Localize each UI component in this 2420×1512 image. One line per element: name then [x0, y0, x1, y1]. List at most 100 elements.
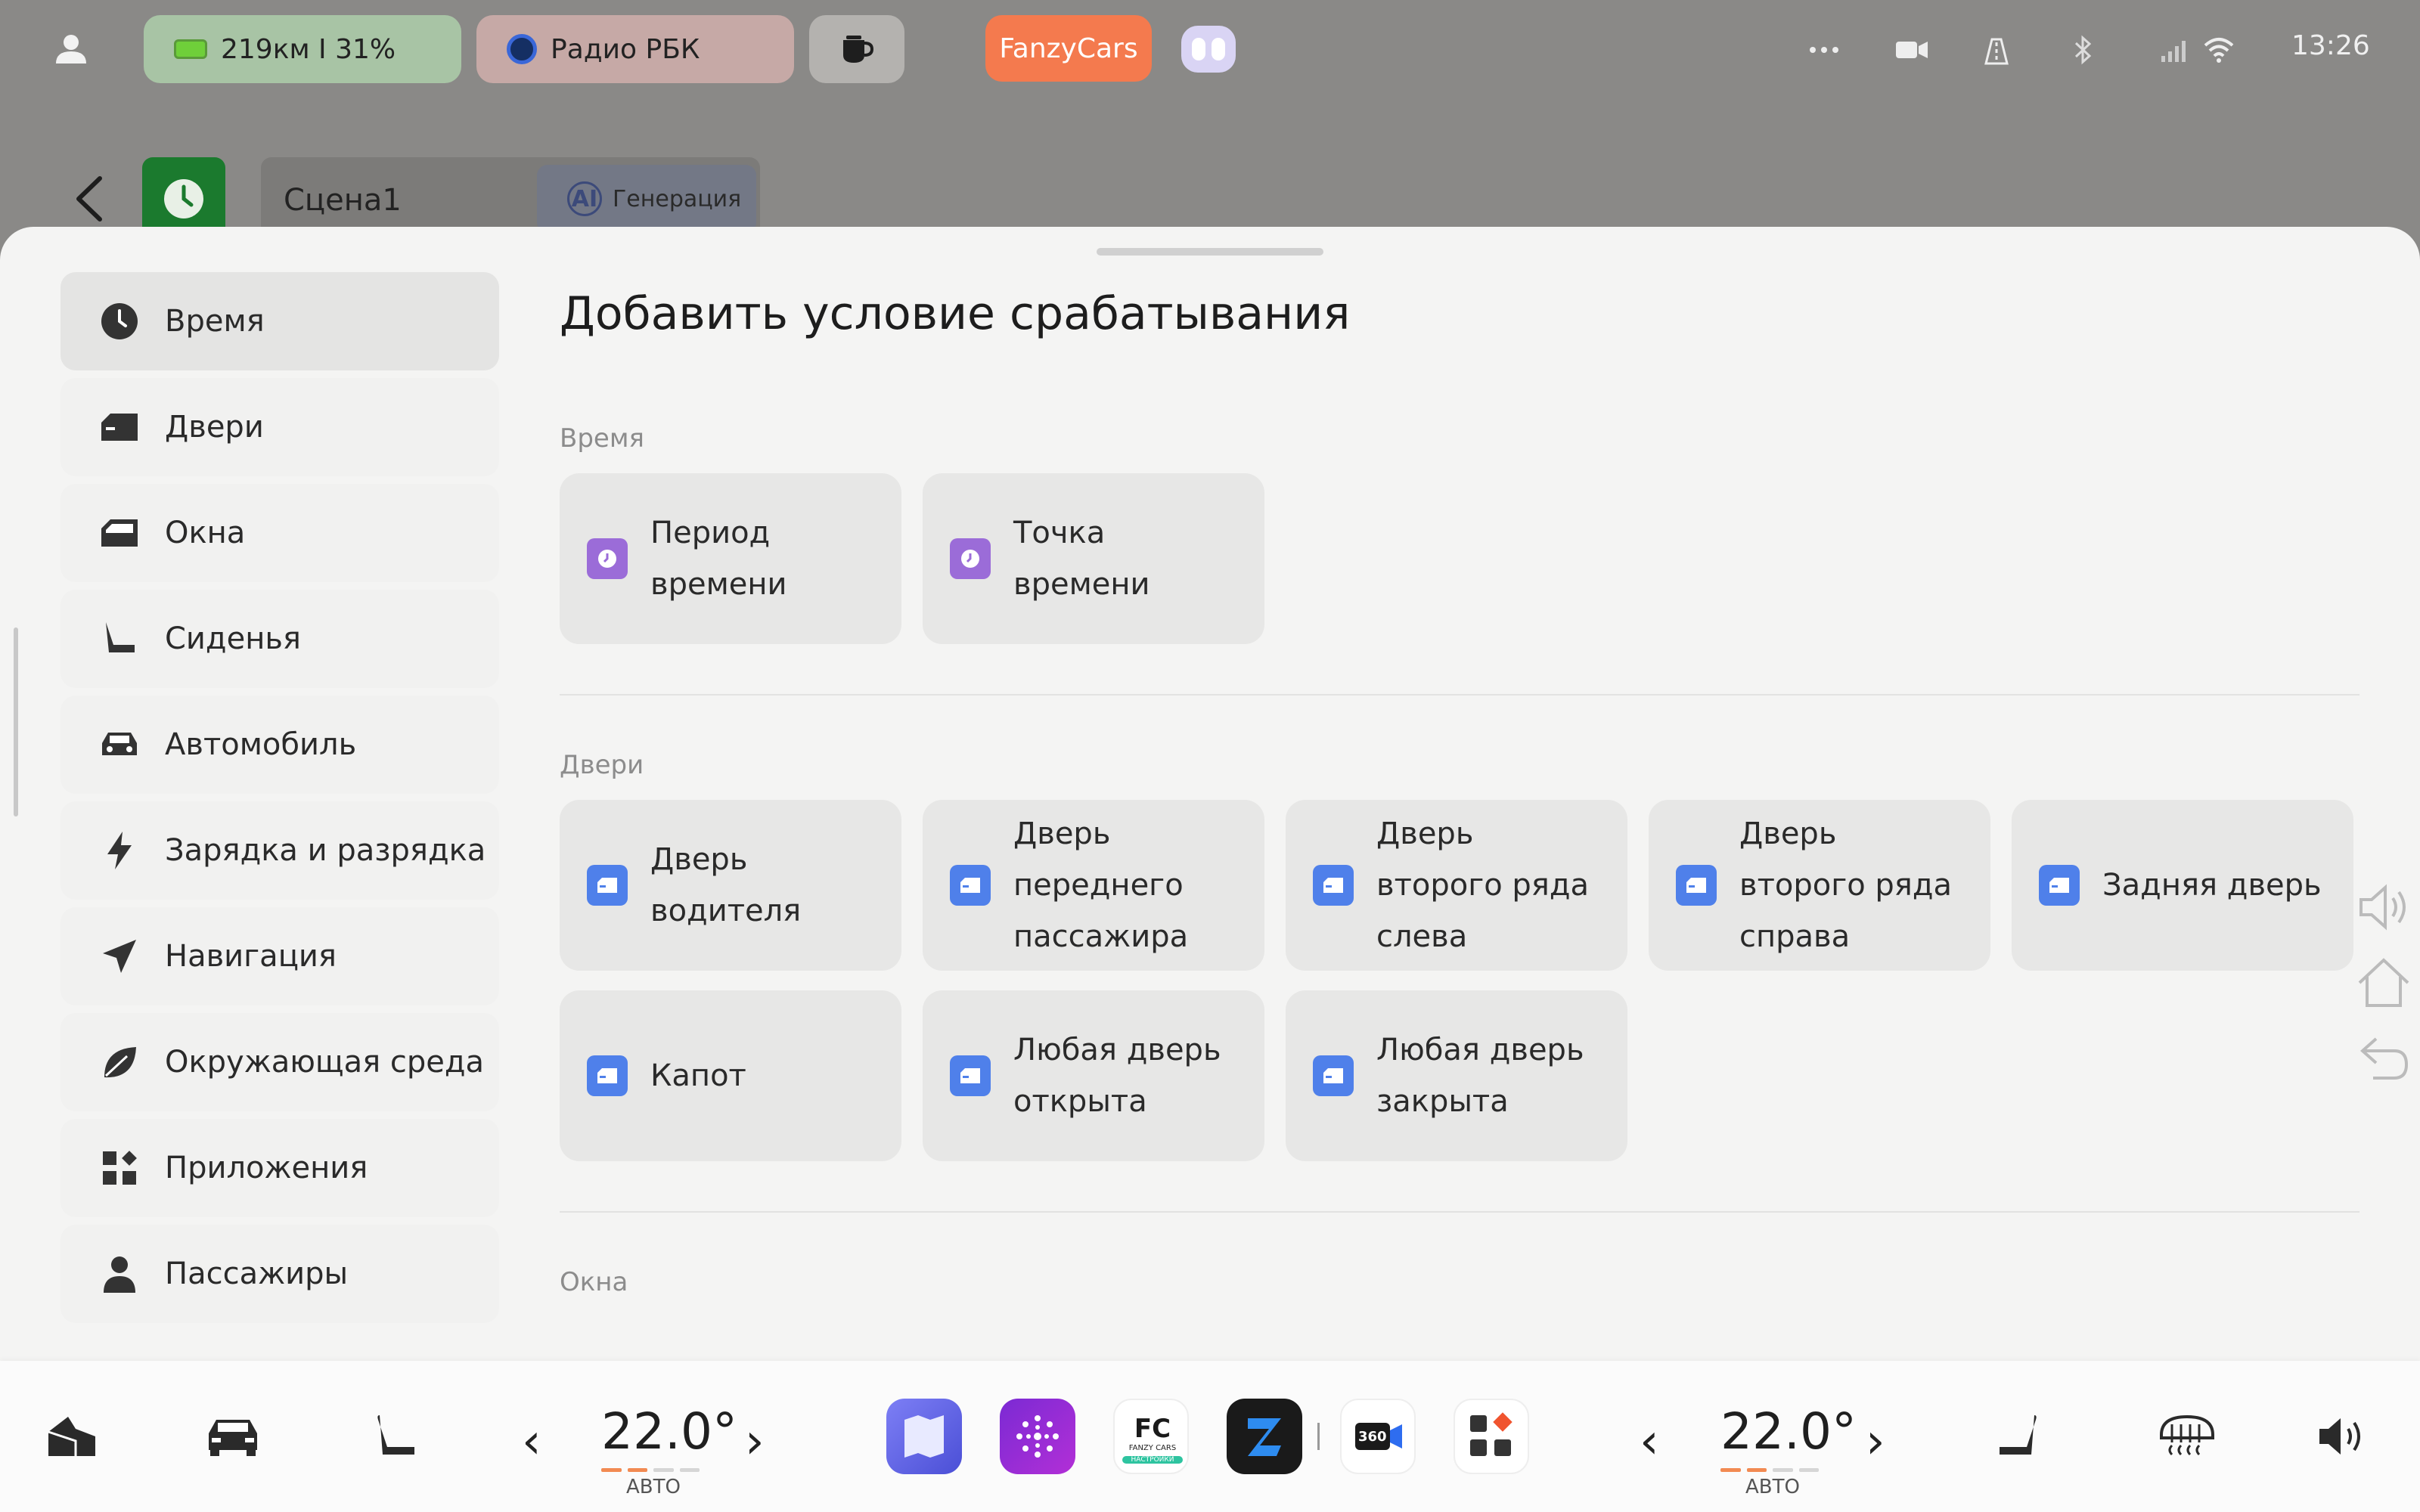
- nav-label: Приложения: [165, 1151, 368, 1185]
- rear-defrost-icon: [2160, 1414, 2214, 1456]
- right-temp-up-button[interactable]: ›: [1866, 1414, 1885, 1470]
- fc-app-caption: НАСТРОЙКИ: [1122, 1456, 1183, 1464]
- music-app-icon[interactable]: [1000, 1399, 1075, 1474]
- nav-label: Навигация: [165, 939, 337, 974]
- condition-card-any-door-closed[interactable]: Любая дверь закрыта: [1286, 990, 1627, 1161]
- clock-icon: [98, 300, 141, 342]
- nav-item-navigation[interactable]: Навигация: [60, 907, 499, 1005]
- car-button[interactable]: [195, 1399, 271, 1474]
- left-temp-level: [601, 1468, 700, 1472]
- assistant-robot-icon[interactable]: [1181, 26, 1236, 73]
- condition-label: Задняя дверь: [2102, 868, 2322, 903]
- camera-360-app-icon[interactable]: 360: [1340, 1399, 1416, 1474]
- passenger-seat-button[interactable]: [1980, 1399, 2055, 1474]
- nav-item-passengers[interactable]: Пассажиры: [60, 1225, 499, 1323]
- condition-card-hood[interactable]: Капот: [560, 990, 901, 1161]
- all-apps-icon[interactable]: [1454, 1399, 1529, 1474]
- sheet-drag-handle[interactable]: [1097, 248, 1323, 256]
- back-arrow-icon[interactable]: [70, 172, 107, 225]
- time-conditions-grid: Период времени Точка времени: [560, 473, 2360, 644]
- radio-station-text: Радио РБК: [551, 33, 700, 65]
- dock-shortcut-button[interactable]: [34, 1399, 110, 1474]
- door-icon: [950, 1055, 991, 1096]
- nav-label: Автомобиль: [165, 727, 357, 762]
- nav-item-time[interactable]: Время: [60, 272, 499, 370]
- condition-card-any-door-open[interactable]: Любая дверь открыта: [923, 990, 1264, 1161]
- camera-icon[interactable]: [1895, 33, 1928, 67]
- apps-icon: [98, 1147, 141, 1189]
- coffee-button[interactable]: [809, 15, 904, 83]
- nav-label: Зарядка и разрядка: [165, 833, 486, 868]
- door-icon: [1313, 1055, 1354, 1096]
- left-temp-down-button[interactable]: ‹: [522, 1414, 541, 1470]
- dock-shortcut-icon: [48, 1417, 95, 1456]
- nav-label: Пассажиры: [165, 1256, 349, 1291]
- car-icon: [209, 1420, 257, 1456]
- condition-card-tailgate[interactable]: Задняя дверь: [2012, 800, 2353, 971]
- nav-item-vehicle[interactable]: Автомобиль: [60, 696, 499, 794]
- add-trigger-sheet: Время Двери Окна Сиденья Автомобиль Заря…: [0, 227, 2420, 1361]
- nav-item-environment[interactable]: Окружающая среда: [60, 1013, 499, 1111]
- nav-item-seats[interactable]: Сиденья: [60, 590, 499, 688]
- seat-icon: [98, 618, 141, 660]
- right-temp-down-button[interactable]: ‹: [1640, 1414, 1659, 1470]
- section-title-time: Время: [560, 423, 644, 454]
- battery-range-pill[interactable]: 219км I 31%: [144, 15, 461, 83]
- lightning-icon: [98, 829, 141, 872]
- clock: 13:26: [2291, 30, 2370, 61]
- condition-card-driver-door[interactable]: Дверь водителя: [560, 800, 901, 971]
- maps-app-icon[interactable]: [886, 1399, 962, 1474]
- scrollbar[interactable]: [14, 627, 18, 816]
- driver-seat-button[interactable]: [358, 1399, 434, 1474]
- back-icon[interactable]: [2353, 1028, 2414, 1089]
- condition-card-time-period[interactable]: Период времени: [560, 473, 901, 644]
- z-app-icon[interactable]: [1227, 1399, 1302, 1474]
- door-icon: [950, 865, 991, 906]
- section-divider: [560, 1211, 2360, 1213]
- window-icon: [98, 512, 141, 554]
- road-icon[interactable]: [1980, 33, 2013, 67]
- nav-item-charging[interactable]: Зарядка и разрядка: [60, 801, 499, 900]
- category-nav: Время Двери Окна Сиденья Автомобиль Заря…: [60, 272, 499, 1331]
- condition-label: Дверь второго ряда слева: [1376, 816, 1590, 954]
- condition-card-front-passenger-door[interactable]: Дверь переднего пассажира: [923, 800, 1264, 971]
- radio-icon: [507, 34, 537, 64]
- fanzycars-settings-app-icon[interactable]: FC FANZY CARS НАСТРОЙКИ: [1113, 1399, 1189, 1474]
- user-icon[interactable]: [54, 33, 88, 64]
- navigation-icon: [98, 935, 141, 978]
- nav-label: Двери: [165, 410, 264, 445]
- generate-button[interactable]: AI Генерация: [537, 165, 756, 233]
- condition-label: Дверь водителя: [650, 842, 802, 928]
- more-icon[interactable]: [1807, 33, 1841, 67]
- door-icon: [1313, 865, 1354, 906]
- fanzycars-button[interactable]: FanzyCars: [985, 15, 1152, 82]
- condition-label: Капот: [650, 1058, 746, 1093]
- volume-icon[interactable]: [2353, 877, 2414, 937]
- clock-icon: [587, 538, 628, 579]
- volume-button[interactable]: [2305, 1399, 2381, 1474]
- condition-card-rear-left-door[interactable]: Дверь второго ряда слева: [1286, 800, 1627, 971]
- fc-app-sublabel: FANZY CARS: [1128, 1444, 1177, 1452]
- bluetooth-icon[interactable]: [2066, 33, 2099, 67]
- signal-icon: [2157, 33, 2190, 67]
- right-temperature: 22.0°: [1720, 1402, 1857, 1461]
- nav-item-doors[interactable]: Двери: [60, 378, 499, 476]
- condition-label: Любая дверь открыта: [1013, 1033, 1221, 1119]
- dock-separator: [1317, 1423, 1320, 1450]
- left-temp-up-button[interactable]: ›: [745, 1414, 765, 1470]
- conditions-panel: Добавить условие срабатывания Время Пери…: [560, 272, 2360, 1317]
- door-icon: [587, 865, 628, 906]
- nav-item-windows[interactable]: Окна: [60, 484, 499, 582]
- person-icon: [98, 1253, 141, 1295]
- defrost-button[interactable]: [2149, 1399, 2225, 1474]
- scene-name-text: Сцена1: [284, 183, 402, 218]
- clock-icon: [164, 179, 203, 218]
- home-icon[interactable]: [2353, 953, 2414, 1013]
- condition-card-time-point[interactable]: Точка времени: [923, 473, 1264, 644]
- condition-card-rear-right-door[interactable]: Дверь второго ряда справа: [1649, 800, 1990, 971]
- nav-item-apps[interactable]: Приложения: [60, 1119, 499, 1217]
- condition-label: Любая дверь закрыта: [1376, 1033, 1584, 1119]
- car-icon: [98, 723, 141, 766]
- section-title-doors: Двери: [560, 750, 644, 780]
- radio-pill[interactable]: Радио РБК: [476, 15, 794, 83]
